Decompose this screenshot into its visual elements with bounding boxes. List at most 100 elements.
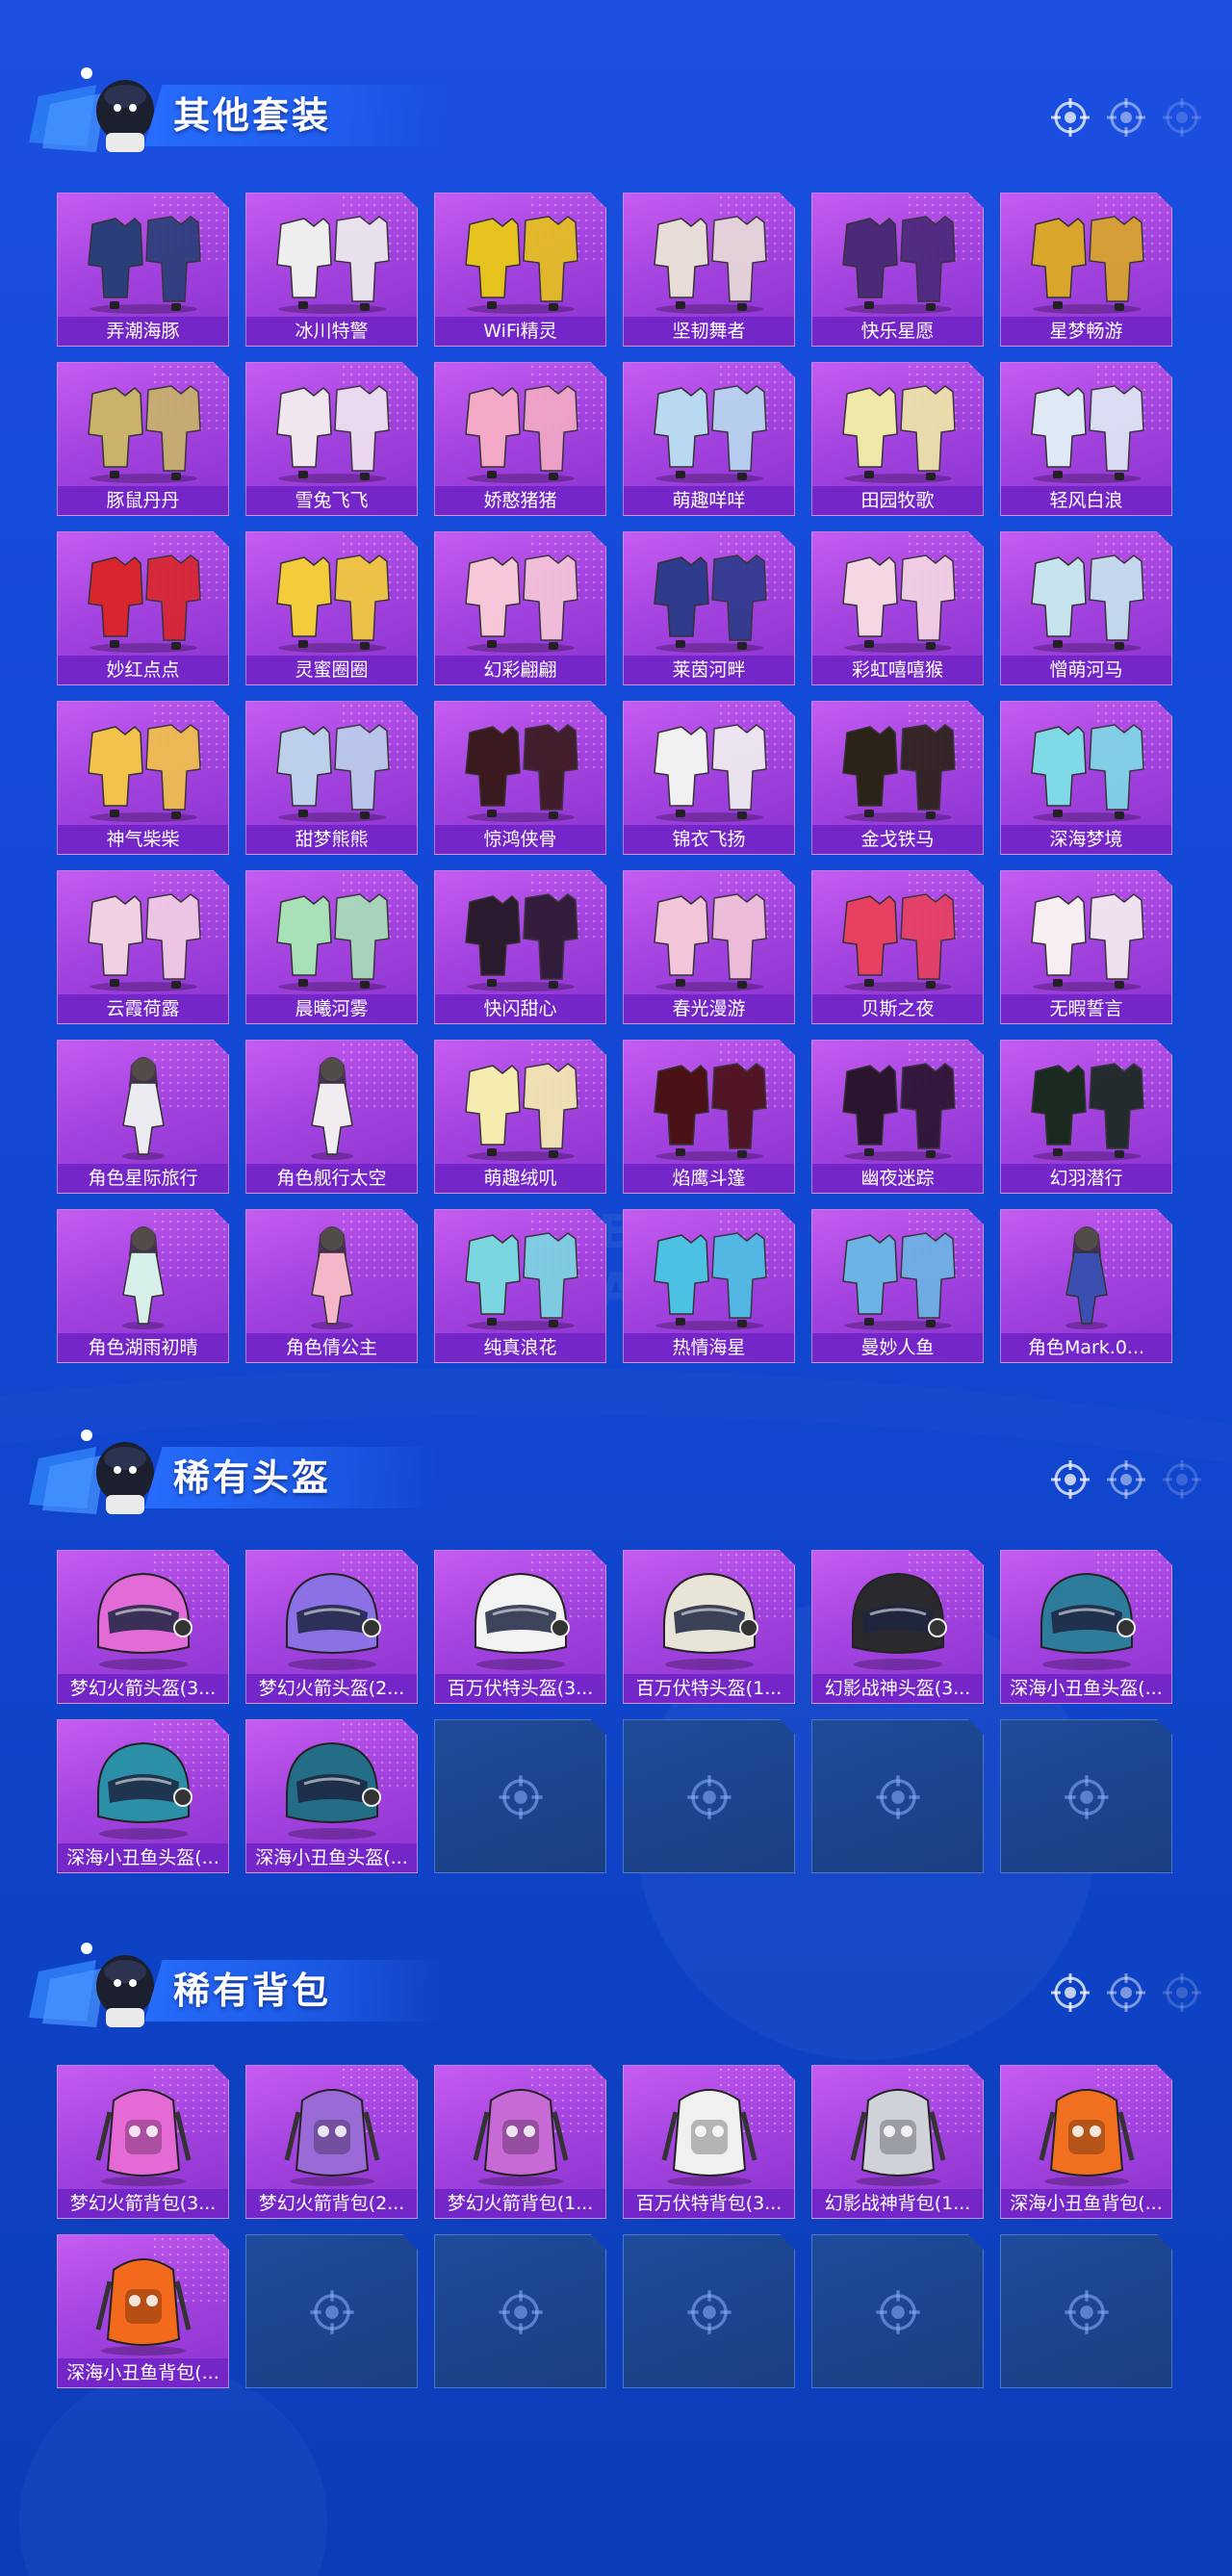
outfit-icon bbox=[842, 385, 956, 483]
item-card[interactable]: 深海小丑鱼背包(... bbox=[1000, 2065, 1172, 2219]
item-card[interactable]: 豚鼠丹丹 bbox=[57, 362, 229, 516]
item-card[interactable]: 深海小丑鱼头盔(... bbox=[245, 1719, 418, 1873]
outfit-icon bbox=[654, 216, 767, 314]
crosshair-icon bbox=[499, 2290, 543, 2334]
character-icon bbox=[1065, 1226, 1108, 1329]
item-card[interactable]: 莱茵河畔 bbox=[623, 531, 795, 685]
item-card[interactable]: 幽夜迷踪 bbox=[811, 1040, 984, 1194]
item-card[interactable]: 纯真浪花 bbox=[434, 1209, 606, 1363]
item-card[interactable]: 萌趣绒叽 bbox=[434, 1040, 606, 1194]
item-card[interactable]: 妙红点点 bbox=[57, 531, 229, 685]
outfit-icon bbox=[842, 554, 956, 653]
item-label: 弄潮海豚 bbox=[58, 317, 228, 346]
item-card[interactable]: 神气柴柴 bbox=[57, 701, 229, 855]
item-card[interactable]: 曼妙人鱼 bbox=[811, 1209, 984, 1363]
item-card[interactable]: 角色倩公主 bbox=[245, 1209, 418, 1363]
item-card[interactable]: 快闪甜心 bbox=[434, 870, 606, 1024]
item-label: 百万伏特头盔(3... bbox=[435, 1674, 605, 1703]
outfit-icon bbox=[276, 385, 390, 483]
outfit-icon bbox=[1031, 893, 1144, 992]
section-other-outfits: 其他套装 弄潮海豚 冰川特警 WiFi精灵 坚韧舞者 快乐星愿 星梦畅游 豚鼠丹… bbox=[0, 58, 1232, 1377]
item-card[interactable]: 幻羽潜行 bbox=[1000, 1040, 1172, 1194]
outfit-icon bbox=[88, 385, 201, 483]
mascot-icon bbox=[29, 1430, 154, 1514]
section-rare-helmets: 稀有头盔 梦幻火箭头盔(3... 梦幻火箭头盔(2... 百万伏特头盔(3...… bbox=[0, 1420, 1232, 1901]
outfit-icon bbox=[654, 1232, 767, 1330]
item-card[interactable]: 彩虹嘻嘻猴 bbox=[811, 531, 984, 685]
item-card[interactable]: 弄潮海豚 bbox=[57, 193, 229, 347]
item-card[interactable]: 幻影战神背包(1... bbox=[811, 2065, 984, 2219]
item-label: 轻风白浪 bbox=[1001, 486, 1171, 515]
item-label: 冰川特警 bbox=[246, 317, 417, 346]
item-card[interactable]: 锦衣飞扬 bbox=[623, 701, 795, 855]
item-card[interactable]: 角色Mark.0... bbox=[1000, 1209, 1172, 1363]
item-card[interactable]: 角色湖雨初晴 bbox=[57, 1209, 229, 1363]
outfit-icon bbox=[465, 554, 578, 653]
item-card[interactable]: 甜梦熊熊 bbox=[245, 701, 418, 855]
item-card[interactable]: 梦幻火箭背包(3... bbox=[57, 2065, 229, 2219]
item-card[interactable]: 娇憨猪猪 bbox=[434, 362, 606, 516]
item-card[interactable]: 无暇誓言 bbox=[1000, 870, 1172, 1024]
item-card[interactable]: 焰鹰斗篷 bbox=[623, 1040, 795, 1194]
item-card[interactable]: 深海小丑鱼头盔(... bbox=[1000, 1550, 1172, 1704]
item-card[interactable]: 梦幻火箭背包(2... bbox=[245, 2065, 418, 2219]
crosshair-icon bbox=[876, 2290, 920, 2334]
item-label: 角色倩公主 bbox=[246, 1333, 417, 1362]
helmet-icon bbox=[663, 1572, 758, 1670]
item-card[interactable]: 梦幻火箭头盔(3... bbox=[57, 1550, 229, 1704]
item-card[interactable]: 贝斯之夜 bbox=[811, 870, 984, 1024]
item-card[interactable]: 深海小丑鱼头盔(... bbox=[57, 1719, 229, 1873]
outfit-icon bbox=[1031, 1063, 1144, 1161]
item-card[interactable]: 惊鸿侠骨 bbox=[434, 701, 606, 855]
item-card[interactable]: 百万伏特头盔(3... bbox=[434, 1550, 606, 1704]
item-card[interactable]: 云霞荷露 bbox=[57, 870, 229, 1024]
helmet-icon bbox=[475, 1572, 570, 1670]
item-card[interactable]: 金戈铁马 bbox=[811, 701, 984, 855]
helmet-icon bbox=[286, 1572, 381, 1670]
item-card[interactable]: 幻彩翩翩 bbox=[434, 531, 606, 685]
item-card[interactable]: 冰川特警 bbox=[245, 193, 418, 347]
item-label: 神气柴柴 bbox=[58, 825, 228, 854]
item-card[interactable]: 憎萌河马 bbox=[1000, 531, 1172, 685]
outfit-icon bbox=[654, 1063, 767, 1161]
item-label: 莱茵河畔 bbox=[624, 656, 794, 684]
item-card[interactable]: 晨曦河雾 bbox=[245, 870, 418, 1024]
item-card[interactable]: 热情海星 bbox=[623, 1209, 795, 1363]
item-card[interactable]: 萌趣咩咩 bbox=[623, 362, 795, 516]
item-card[interactable]: 角色舰行太空 bbox=[245, 1040, 418, 1194]
empty-slot bbox=[623, 1719, 795, 1873]
item-card[interactable]: 田园牧歌 bbox=[811, 362, 984, 516]
item-card[interactable]: 梦幻火箭背包(1... bbox=[434, 2065, 606, 2219]
item-card[interactable]: 深海小丑鱼背包(... bbox=[57, 2234, 229, 2388]
helmet-icon bbox=[852, 1572, 947, 1670]
item-card[interactable]: 快乐星愿 bbox=[811, 193, 984, 347]
item-card[interactable]: 深海梦境 bbox=[1000, 701, 1172, 855]
item-card[interactable]: WiFi精灵 bbox=[434, 193, 606, 347]
item-card[interactable]: 星梦畅游 bbox=[1000, 193, 1172, 347]
item-label: 云霞荷露 bbox=[58, 994, 228, 1023]
item-card[interactable]: 百万伏特背包(3... bbox=[623, 2065, 795, 2219]
outfit-icon bbox=[654, 724, 767, 822]
empty-slot bbox=[434, 1719, 606, 1873]
item-label: 灵蜜圈圈 bbox=[246, 656, 417, 684]
item-card[interactable]: 角色星际旅行 bbox=[57, 1040, 229, 1194]
empty-slot bbox=[245, 2234, 418, 2388]
item-card[interactable]: 雪兔飞飞 bbox=[245, 362, 418, 516]
item-card[interactable]: 春光漫游 bbox=[623, 870, 795, 1024]
item-label: 憎萌河马 bbox=[1001, 656, 1171, 684]
outfit-icon bbox=[1031, 724, 1144, 822]
outfit-icon bbox=[654, 385, 767, 483]
item-label: 梦幻火箭背包(1... bbox=[435, 2189, 605, 2218]
item-card[interactable]: 轻风白浪 bbox=[1000, 362, 1172, 516]
crosshair-icon bbox=[1051, 1460, 1090, 1499]
item-card[interactable]: 坚韧舞者 bbox=[623, 193, 795, 347]
item-card[interactable]: 幻影战神头盔(3... bbox=[811, 1550, 984, 1704]
backpack-icon bbox=[850, 2089, 946, 2186]
item-card[interactable]: 百万伏特头盔(1... bbox=[623, 1550, 795, 1704]
item-label: 梦幻火箭背包(2... bbox=[246, 2189, 417, 2218]
item-card[interactable]: 梦幻火箭头盔(2... bbox=[245, 1550, 418, 1704]
item-card[interactable]: 灵蜜圈圈 bbox=[245, 531, 418, 685]
backpack-icon bbox=[95, 2089, 192, 2186]
item-label: 坚韧舞者 bbox=[624, 317, 794, 346]
outfit-icon bbox=[1031, 554, 1144, 653]
